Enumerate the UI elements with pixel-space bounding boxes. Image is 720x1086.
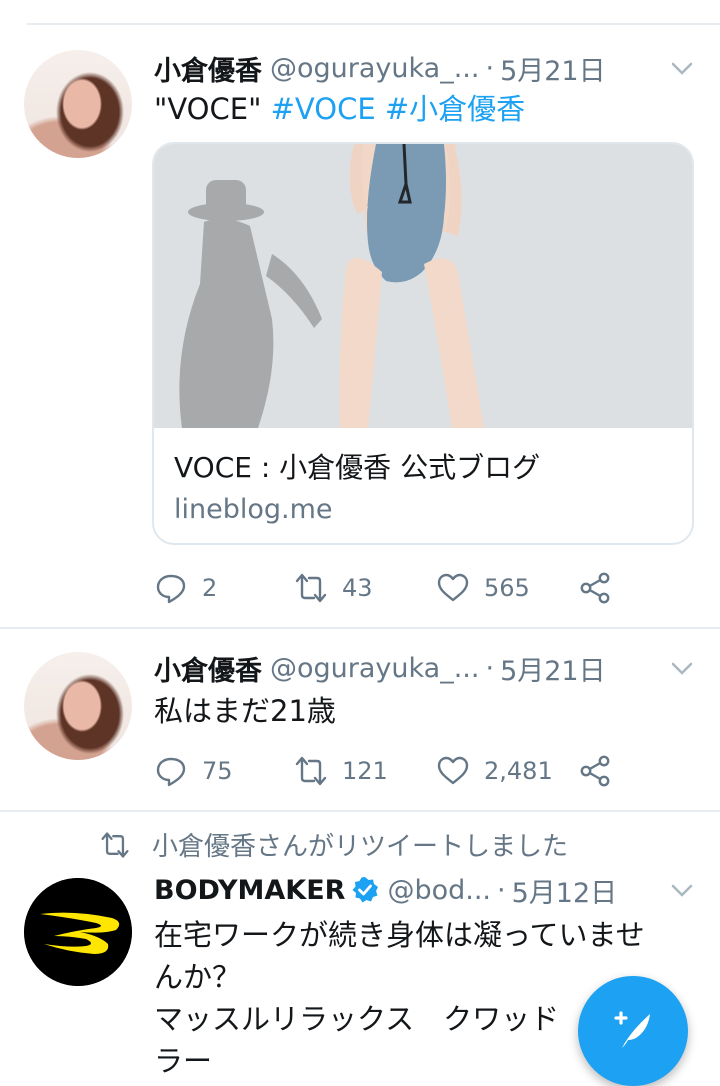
divider: [0, 627, 720, 629]
reply-count: 75: [202, 757, 233, 785]
tweet-header: 小倉優香 @ogurayuka_... · 5月21日: [154, 648, 680, 688]
tweet-header: BODYMAKER @bod... · 5月12日: [154, 870, 680, 910]
divider: [0, 810, 720, 812]
retweet-count: 121: [342, 757, 388, 785]
compose-tweet-button[interactable]: [578, 976, 688, 1086]
link-card[interactable]: VOCE : 小倉優香 公式ブログ lineblog.me: [152, 142, 694, 545]
tweet-date[interactable]: 5月21日: [500, 649, 606, 688]
avatar[interactable]: [24, 50, 132, 158]
tweet-text: "VOCE" #VOCE #小倉優香: [154, 88, 690, 130]
card-domain: lineblog.me: [174, 494, 333, 525]
tweet-header: 小倉優香 @ogurayuka_... · 5月21日: [154, 48, 680, 88]
author-name[interactable]: 小倉優香: [154, 49, 262, 88]
like-icon: [437, 573, 469, 602]
share-button[interactable]: [578, 751, 626, 791]
reply-button[interactable]: 75: [154, 751, 233, 791]
divider: [27, 23, 720, 25]
retweet-icon: [295, 573, 327, 603]
like-button[interactable]: 2,481: [436, 751, 553, 791]
caret-down-icon[interactable]: [668, 876, 696, 904]
compose-tweet-icon: [614, 1011, 650, 1048]
separator-dot: ·: [485, 652, 495, 684]
avatar[interactable]: [24, 878, 132, 986]
share-icon: [580, 572, 610, 604]
avatar[interactable]: [24, 652, 132, 760]
like-count: 565: [484, 574, 530, 602]
like-button[interactable]: 565: [436, 568, 530, 608]
card-title: VOCE : 小倉優香 公式ブログ: [174, 451, 541, 484]
caret-down-icon[interactable]: [668, 654, 696, 682]
author-handle[interactable]: @bod...: [387, 875, 491, 906]
retweet-button[interactable]: 121: [294, 751, 388, 791]
like-icon: [437, 756, 469, 785]
tweet-date[interactable]: 5月21日: [500, 49, 606, 88]
retweet-icon: [295, 756, 327, 786]
retweet-count: 43: [342, 574, 373, 602]
separator-dot: ·: [485, 52, 495, 84]
bodymaker-logo: [24, 878, 132, 986]
hashtag-link[interactable]: #小倉優香: [385, 92, 525, 126]
like-count: 2,481: [484, 757, 553, 785]
reply-button[interactable]: 2: [154, 568, 217, 608]
separator-dot: ·: [497, 874, 506, 906]
author-handle[interactable]: @ogurayuka_...: [270, 653, 479, 684]
reply-icon: [156, 574, 186, 604]
caret-down-icon[interactable]: [668, 54, 696, 82]
author-name[interactable]: 小倉優香: [154, 649, 262, 688]
reply-icon: [156, 757, 186, 787]
tweet-actions: 75 121 2,481: [154, 751, 634, 791]
verified-icon: [352, 877, 379, 903]
tweet-date[interactable]: 5月12日: [512, 871, 618, 910]
share-icon: [580, 755, 610, 787]
author-name[interactable]: BODYMAKER: [154, 875, 345, 906]
retweet-context[interactable]: 小倉優香さんがリツイートしました: [100, 826, 568, 863]
reply-count: 2: [202, 574, 218, 602]
card-photo: [154, 144, 692, 428]
tweet-text-body: "VOCE": [154, 92, 262, 126]
retweet-button[interactable]: 43: [294, 568, 373, 608]
retweet-icon: [101, 831, 129, 858]
author-handle[interactable]: @ogurayuka_...: [270, 53, 479, 84]
hashtag-link[interactable]: #VOCE: [271, 92, 376, 126]
tweet-text: 私はまだ21歳: [154, 694, 336, 728]
tweet-actions: 2 43 565: [154, 568, 634, 608]
tweet-text-line: 在宅ワークが続き身体は凝っていませ: [154, 918, 645, 952]
card-image: [154, 144, 692, 428]
retweet-context-label: 小倉優香さんがリツイートしました: [152, 832, 569, 862]
share-button[interactable]: [578, 568, 626, 608]
